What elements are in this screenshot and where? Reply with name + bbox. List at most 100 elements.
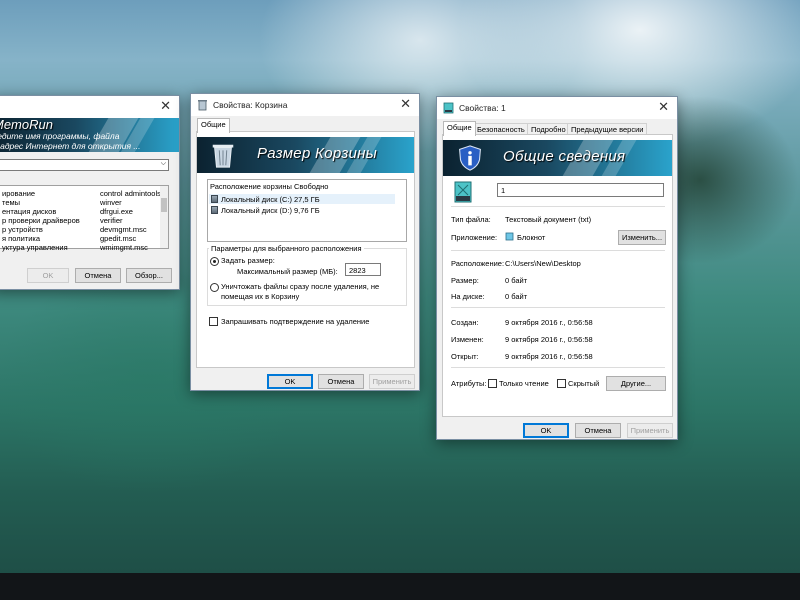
opened-label: Открыт: <box>451 352 479 361</box>
opened-value: 9 октября 2016 г., 0:56:58 <box>505 352 593 361</box>
list-item-name[interactable]: темы <box>2 198 80 207</box>
list-item-name[interactable]: р проверки драйверов <box>2 216 80 225</box>
file-properties-window: Свойства: 1 ✕ Общие Безопасность Подробн… <box>436 96 678 440</box>
memorun-banner: MemoRun ведите имя программы, файла и ад… <box>0 118 179 152</box>
memorun-banner-title: MemoRun <box>0 118 53 132</box>
created-value: 9 октября 2016 г., 0:56:58 <box>505 318 593 327</box>
file-type-value: Текстовый документ (txt) <box>505 215 592 224</box>
col-free-header[interactable]: Свободно <box>294 182 328 191</box>
max-size-label: Максимальный размер (МБ): <box>237 267 338 276</box>
modified-value: 9 октября 2016 г., 0:56:58 <box>505 335 593 344</box>
props-banner-title: Общие сведения <box>503 148 626 165</box>
modified-label: Изменен: <box>451 335 484 344</box>
close-icon[interactable]: ✕ <box>160 99 171 113</box>
change-app-button[interactable]: Изменить... <box>618 230 666 245</box>
attributes-label: Атрибуты: <box>451 379 487 388</box>
props-titlebar: Свойства: 1 ✕ <box>437 97 677 119</box>
notepad-icon <box>505 232 514 241</box>
memorun-banner-line2: и адрес Интернет для открытия ... <box>0 141 141 151</box>
memorun-banner-line1: ведите имя программы, файла <box>0 131 120 141</box>
list-item-name[interactable]: ирование <box>2 189 80 198</box>
hidden-checkbox[interactable] <box>557 379 566 388</box>
confirm-delete-checkbox[interactable] <box>209 317 218 326</box>
file-name-input[interactable]: 1 <box>497 183 664 197</box>
list-item-command[interactable]: gpedit.msc <box>100 234 161 243</box>
tab-general[interactable]: Общие <box>197 118 230 133</box>
chevron-down-icon[interactable]: ⌵ <box>161 160 166 168</box>
list-item-command[interactable]: winver <box>100 198 161 207</box>
command-list-names: ирование темы ентация дисков р проверки дра… <box>2 189 80 252</box>
list-item[interactable]: Локальный диск (D:) 9,76 ГБ <box>209 205 395 215</box>
recycle-apply-button[interactable]: Применить <box>369 374 415 389</box>
delete-immediately-line1: Уничтожать файлы сразу после удаления, н… <box>221 282 380 291</box>
props-ok-button[interactable]: OK <box>523 423 569 438</box>
text-file-icon <box>443 102 454 114</box>
col-location-header[interactable]: Расположение корзины <box>210 182 292 191</box>
list-item[interactable]: Локальный диск (C:) 27,5 ГБ <box>209 194 395 204</box>
tab-general[interactable]: Общие <box>443 121 476 136</box>
recycle-window-title: Свойства: Корзина <box>213 100 288 110</box>
memorun-ok-button[interactable]: OK <box>27 268 69 283</box>
params-group-label: Параметры для выбранного расположения <box>209 244 364 253</box>
memorun-window: ✕ MemoRun ведите имя программы, файла и … <box>0 95 180 290</box>
location-value: C:\Users\New\Desktop <box>505 259 581 268</box>
props-window-title: Свойства: 1 <box>459 103 506 113</box>
memorun-browse-button[interactable]: Обзор... <box>126 268 172 283</box>
props-banner: Общие сведения <box>443 140 672 176</box>
recycle-bin-icon <box>198 100 207 111</box>
list-item-name[interactable]: уктура управления <box>2 243 80 252</box>
list-item-command[interactable]: dfrgui.exe <box>100 207 161 216</box>
list-item-command[interactable]: devmgmt.msc <box>100 225 161 234</box>
props-cancel-button[interactable]: Отмена <box>575 423 621 438</box>
custom-size-radio[interactable] <box>210 257 219 266</box>
recycle-banner: Размер Корзины <box>197 137 414 173</box>
size-on-disk-label: На диске: <box>451 292 485 301</box>
drive-free: 27,5 ГБ <box>294 195 320 204</box>
list-item-command[interactable]: verifier <box>100 216 161 225</box>
max-size-input[interactable]: 2823 <box>345 263 381 276</box>
delete-immediately-radio[interactable] <box>210 283 219 292</box>
list-item-name[interactable]: я политика <box>2 234 80 243</box>
text-file-icon <box>454 181 472 203</box>
recycle-banner-title: Размер Корзины <box>257 145 378 162</box>
hidden-label: Скрытый <box>568 379 600 388</box>
list-item-command[interactable]: control admintools <box>100 189 161 198</box>
created-label: Создан: <box>451 318 479 327</box>
scrollbar[interactable] <box>160 186 168 248</box>
info-shield-icon <box>459 145 481 171</box>
separator <box>451 206 665 207</box>
delete-immediately-line2: помещая их в Корзину <box>221 292 300 301</box>
app-label: Приложение: <box>451 233 498 242</box>
taskbar <box>0 573 800 600</box>
drive-icon <box>211 195 218 203</box>
other-attributes-button[interactable]: Другие... <box>606 376 666 391</box>
readonly-label: Только чтение <box>499 379 549 388</box>
drive-name: Локальный диск (C:) <box>221 195 292 204</box>
list-item-name[interactable]: ентация дисков <box>2 207 80 216</box>
recycle-bin-properties-window: Свойства: Корзина ✕ Общие Размер Корзины… <box>190 93 420 391</box>
recycle-cancel-button[interactable]: Отмена <box>318 374 364 389</box>
list-item-command[interactable]: wmimgmt.msc <box>100 243 161 252</box>
size-label: Размер: <box>451 276 479 285</box>
separator <box>451 307 665 308</box>
file-type-label: Тип файла: <box>451 215 491 224</box>
separator <box>451 367 665 368</box>
drive-icon <box>211 206 218 214</box>
close-icon[interactable]: ✕ <box>658 100 669 114</box>
command-list-commands: control admintools winver dfrgui.exe verifi… <box>100 189 161 252</box>
command-combobox[interactable]: ⌵ <box>0 159 169 171</box>
memorun-titlebar: ✕ <box>0 96 179 118</box>
readonly-checkbox[interactable] <box>488 379 497 388</box>
recycle-bin-icon <box>212 144 234 168</box>
recycle-location-list[interactable]: Расположение корзины Свободно Локальный … <box>207 179 407 242</box>
close-icon[interactable]: ✕ <box>400 97 411 111</box>
memorun-cancel-button[interactable]: Отмена <box>75 268 121 283</box>
size-on-disk-value: 0 байт <box>505 292 528 301</box>
recycle-titlebar: Свойства: Корзина ✕ <box>191 94 419 116</box>
recycle-tab-panel: Размер Корзины Расположение корзины Своб… <box>196 131 415 368</box>
location-label: Расположение: <box>451 259 505 268</box>
recycle-ok-button[interactable]: OK <box>267 374 313 389</box>
list-item-name[interactable]: р устройств <box>2 225 80 234</box>
props-apply-button[interactable]: Применить <box>627 423 673 438</box>
command-list[interactable]: ирование темы ентация дисков р проверки дра… <box>0 185 169 252</box>
